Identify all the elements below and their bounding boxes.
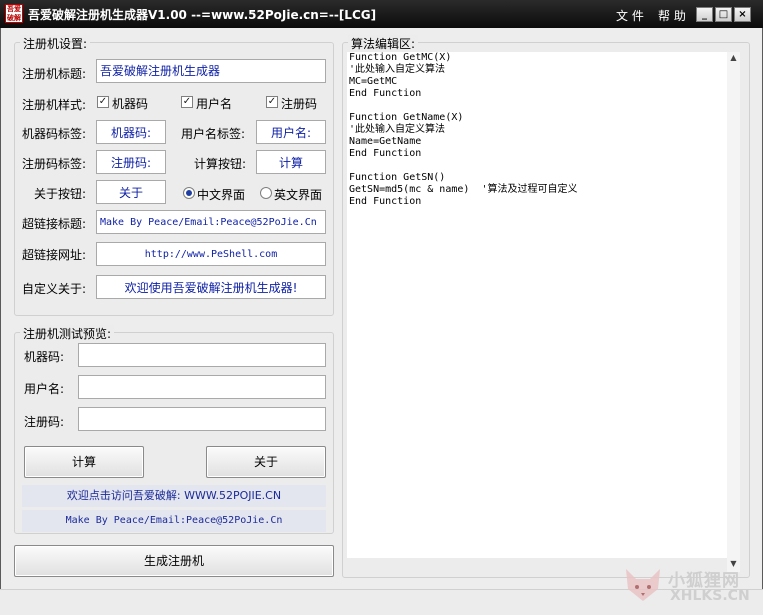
watermark-url: XHLKS.CN — [670, 588, 750, 604]
chinese-ui-radio[interactable] — [183, 187, 195, 199]
preview-mc-input[interactable] — [78, 343, 326, 367]
preview-calc-button[interactable]: 计算 — [24, 446, 144, 478]
app-logo-icon: 吾爱破解 — [5, 4, 23, 23]
email-link[interactable]: Make By Peace/Email:Peace@52PoJie.Cn — [22, 510, 326, 532]
website-link[interactable]: 欢迎点击访问吾爱破解: WWW.52POJIE.CN — [22, 485, 326, 507]
mc-tag-label: 机器码标签: — [22, 127, 87, 141]
english-ui-radio[interactable] — [260, 187, 272, 199]
editor-group-title: 算法编辑区: — [348, 35, 419, 52]
link-title-label: 超链接标题: — [22, 217, 87, 231]
editor-scrollbar[interactable]: ▲ ▼ — [727, 52, 740, 572]
code-editor[interactable]: Function GetMC(X) '此处输入自定义算法 MC=GetMC En… — [347, 52, 727, 558]
settings-group-title: 注册机设置: — [20, 35, 91, 52]
preview-user-label: 用户名: — [24, 382, 65, 396]
generate-button[interactable]: 生成注册机 — [14, 545, 334, 577]
chinese-ui-label: 中文界面 — [197, 188, 246, 202]
about-button-tag-label: 关于按钮: — [34, 187, 87, 201]
preview-about-button[interactable]: 关于 — [206, 446, 326, 478]
calc-button-tag-label: 计算按钮: — [194, 157, 247, 171]
fox-logo-icon — [626, 569, 660, 601]
about-text-label: 自定义关于: — [22, 282, 87, 296]
scroll-up-icon[interactable]: ▲ — [727, 52, 740, 64]
style-sn-checkbox[interactable]: ✓ — [266, 96, 278, 108]
preview-user-input[interactable] — [78, 375, 326, 399]
about-button-tag-input[interactable]: 关于 — [96, 180, 166, 204]
preview-mc-label: 机器码: — [24, 350, 65, 364]
window-title: 吾爱破解注册机生成器V1.00 --=www.52PoJie.cn=--[LCG… — [28, 8, 377, 22]
link-title-input[interactable]: Make By Peace/Email:Peace@52PoJie.Cn — [96, 210, 326, 234]
sn-tag-input[interactable]: 注册码: — [96, 150, 166, 174]
title-label: 注册机标题: — [22, 67, 87, 81]
preview-sn-input[interactable] — [78, 407, 326, 431]
minimize-button[interactable]: _ — [696, 7, 713, 22]
menu-help[interactable]: 帮 助 — [658, 7, 686, 24]
about-text-input[interactable]: 欢迎使用吾爱破解注册机生成器! — [96, 275, 326, 299]
style-mc-label: 机器码 — [112, 97, 149, 111]
maximize-button[interactable]: □ — [715, 7, 732, 22]
style-sn-label: 注册码 — [281, 97, 318, 111]
english-ui-label: 英文界面 — [274, 188, 323, 202]
style-label: 注册机样式: — [22, 98, 87, 112]
title-bar: 吾爱破解 吾爱破解注册机生成器V1.00 --=www.52PoJie.cn=-… — [0, 0, 763, 28]
style-mc-checkbox[interactable]: ✓ — [97, 96, 109, 108]
calc-button-tag-input[interactable]: 计算 — [256, 150, 326, 174]
link-url-label: 超链接网址: — [22, 248, 87, 262]
user-tag-label: 用户名标签: — [181, 127, 246, 141]
menu-file[interactable]: 文 件 — [616, 7, 644, 24]
preview-group-title: 注册机测试预览: — [20, 325, 115, 342]
preview-sn-label: 注册码: — [24, 415, 65, 429]
mc-tag-input[interactable]: 机器码: — [96, 120, 166, 144]
title-input[interactable]: 吾爱破解注册机生成器 — [96, 59, 326, 83]
close-button[interactable]: × — [734, 7, 751, 22]
sn-tag-label: 注册码标签: — [22, 157, 87, 171]
user-tag-input[interactable]: 用户名: — [256, 120, 326, 144]
link-url-input[interactable]: http://www.PeShell.com — [96, 242, 326, 266]
style-user-checkbox[interactable]: ✓ — [181, 96, 193, 108]
style-user-label: 用户名 — [196, 97, 233, 111]
